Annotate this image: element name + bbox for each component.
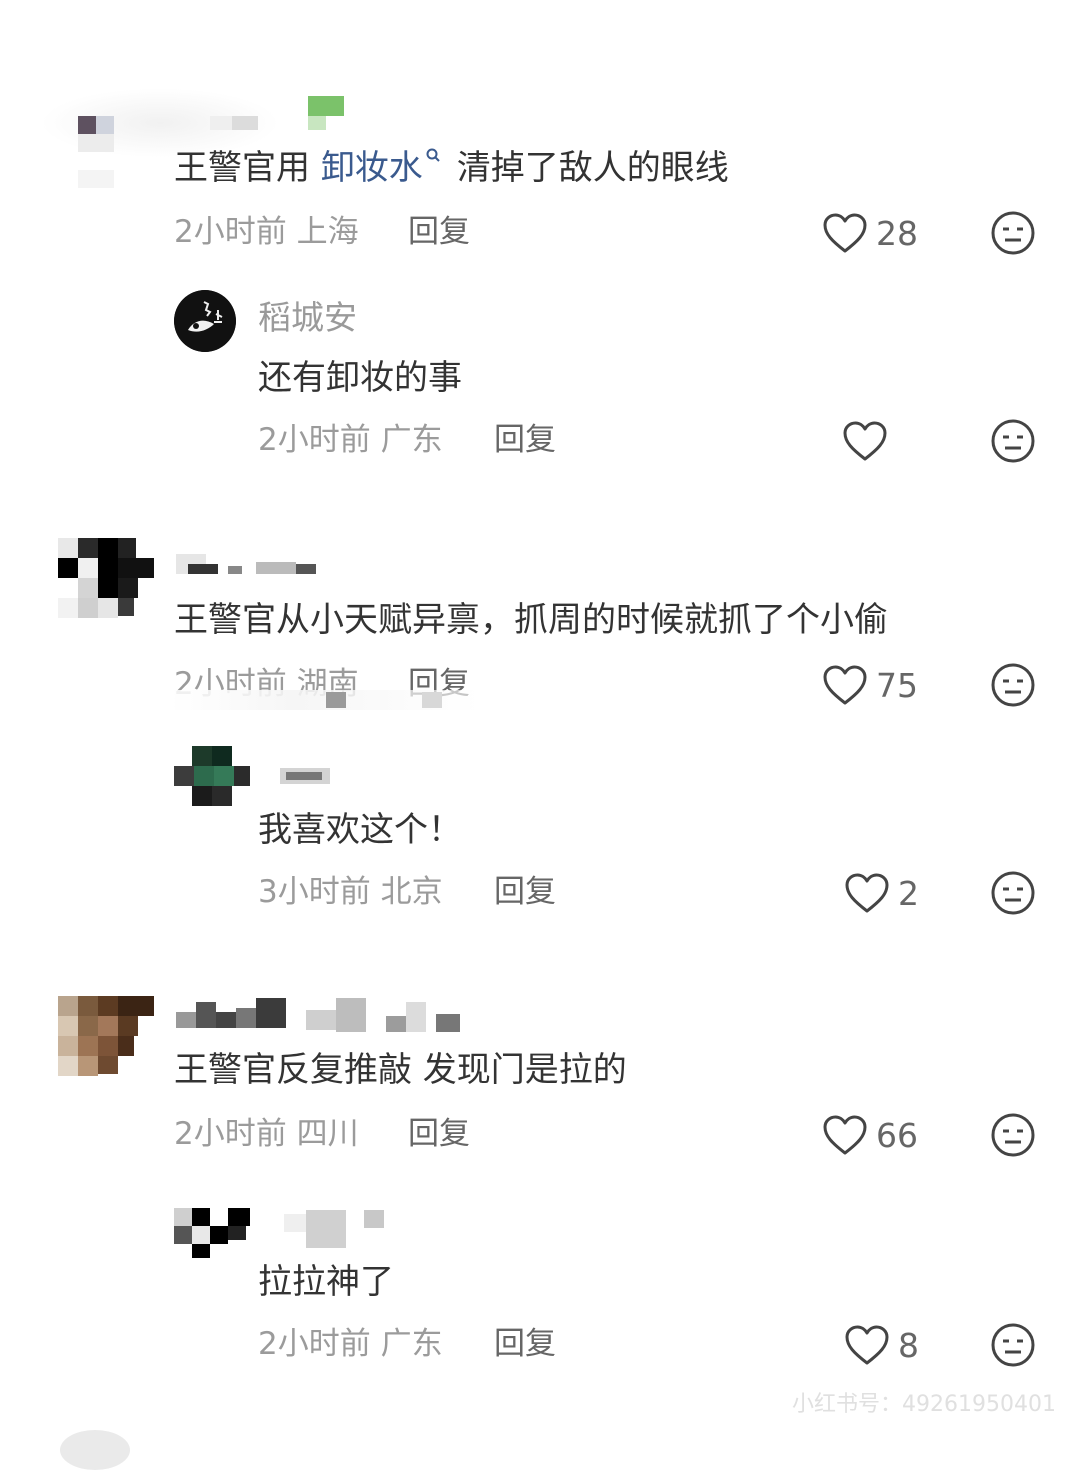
like-button[interactable]: 2 — [844, 870, 919, 916]
neutral-face-icon[interactable] — [990, 1322, 1036, 1368]
comment-text: 王警官用 卸妆水 清掉了敌人的眼线 — [174, 146, 729, 190]
reply-time: 2小时前 — [258, 1326, 371, 1362]
comment-text-part: 清掉了敌人的眼线 — [456, 148, 729, 188]
neutral-face-icon[interactable] — [990, 418, 1036, 464]
avatar[interactable] — [58, 996, 154, 1082]
heart-outline-icon — [843, 421, 887, 461]
comment-text: 王警官从小天赋异禀，抓周的时候就抓了个小偷 — [174, 600, 888, 640]
comment-location: 四川 — [296, 1116, 359, 1152]
heart-outline-icon — [823, 665, 867, 705]
like-count: 75 — [876, 665, 918, 705]
neutral-face-icon[interactable] — [990, 870, 1036, 916]
like-button[interactable] — [842, 418, 896, 464]
reply-avatar[interactable] — [174, 746, 252, 808]
reply-button[interactable]: 回复 — [494, 872, 556, 912]
search-icon — [426, 148, 440, 162]
topic-link[interactable]: 卸妆水 — [321, 148, 423, 188]
reply-button[interactable]: 回复 — [408, 212, 470, 252]
reply-location: 广东 — [380, 422, 443, 458]
comment-text-part: 王警官用 — [174, 148, 321, 188]
avatar[interactable] — [58, 538, 154, 630]
comment-text: 王警官反复推敲 发现门是拉的 — [174, 1050, 627, 1090]
like-count: 2 — [898, 873, 919, 913]
neutral-face-icon[interactable] — [990, 662, 1036, 708]
comment-time: 2小时前 — [174, 1116, 287, 1152]
neutral-face-icon[interactable] — [990, 1112, 1036, 1158]
like-count: 66 — [876, 1115, 918, 1155]
like-count: 8 — [898, 1325, 919, 1365]
reply-button[interactable]: 回复 — [494, 1324, 556, 1364]
comment-location: 上海 — [296, 214, 359, 250]
comment-time: 2小时前 — [174, 214, 287, 250]
avatar[interactable] — [74, 112, 118, 192]
reply-meta: 2小时前 广东 — [258, 1324, 443, 1364]
like-button[interactable]: 75 — [822, 662, 918, 708]
watermark: 小红书号：49261950401 — [792, 1392, 1056, 1417]
meta-blur-block — [422, 692, 442, 708]
heart-outline-icon — [823, 213, 867, 253]
heart-outline-icon — [845, 1325, 889, 1365]
reply-text: 拉拉神了 — [258, 1262, 394, 1302]
reply-meta: 3小时前 北京 — [258, 872, 443, 912]
like-count: 28 — [876, 213, 918, 253]
like-button[interactable]: 28 — [822, 210, 918, 256]
reply-location: 广东 — [380, 1326, 443, 1362]
comment-meta: 2小时前 四川 — [174, 1114, 359, 1154]
reply-avatar[interactable] — [174, 290, 236, 352]
reply-username[interactable]: 稻城安 — [258, 298, 357, 338]
meta-blur-block — [326, 692, 346, 708]
reply-button[interactable]: 回复 — [408, 1114, 470, 1154]
heart-outline-icon — [845, 873, 889, 913]
reply-avatar[interactable] — [174, 1208, 252, 1258]
neutral-face-icon[interactable] — [990, 210, 1036, 256]
reply-text: 我喜欢这个！ — [258, 810, 462, 850]
heart-outline-icon — [823, 1115, 867, 1155]
next-avatar[interactable] — [60, 1430, 130, 1470]
reply-location: 北京 — [380, 874, 443, 910]
reply-time: 2小时前 — [258, 422, 371, 458]
reply-time: 3小时前 — [258, 874, 371, 910]
reply-button[interactable]: 回复 — [494, 420, 556, 460]
like-button[interactable]: 66 — [822, 1112, 918, 1158]
reply-meta: 2小时前 广东 — [258, 420, 443, 460]
reply-text: 还有卸妆的事 — [258, 358, 462, 398]
comment-meta: 2小时前 上海 — [174, 212, 359, 252]
avatar-art — [174, 290, 236, 352]
like-button[interactable]: 8 — [844, 1322, 919, 1368]
